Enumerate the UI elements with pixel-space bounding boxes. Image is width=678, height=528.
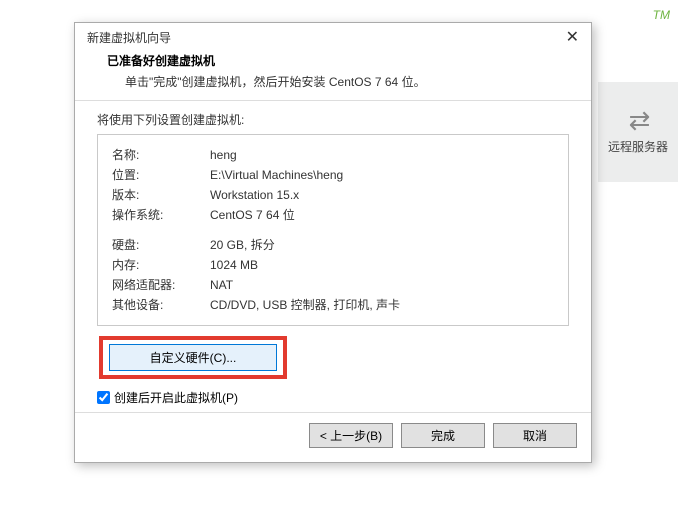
header-subtitle: 单击"完成"创建虚拟机，然后开始安装 CentOS 7 64 位。 [107,73,577,90]
remote-server-label: 远程服务器 [608,138,668,155]
back-button[interactable]: < 上一步(B) [309,423,393,448]
name-value: heng [210,145,237,165]
name-label: 名称: [112,145,210,165]
finish-button[interactable]: 完成 [401,423,485,448]
remote-server-tile[interactable]: ⇄ 远程服务器 [598,82,678,182]
version-value: Workstation 15.x [210,185,299,205]
os-value: CentOS 7 64 位 [210,205,295,225]
power-on-checkbox[interactable] [97,391,110,404]
header-title: 已准备好创建虚拟机 [107,52,577,69]
customize-hardware-button[interactable]: 自定义硬件(C)... [109,344,277,371]
tm-text: TM [653,8,670,22]
dialog-header: 已准备好创建虚拟机 单击"完成"创建虚拟机，然后开始安装 CentOS 7 64… [75,52,591,100]
window-title: 新建虚拟机向导 [87,29,171,46]
connect-arrows-icon: ⇄ [629,110,648,130]
network-value: NAT [210,275,233,295]
memory-value: 1024 MB [210,255,258,275]
version-label: 版本: [112,185,210,205]
titlebar: 新建虚拟机向导 ✕ [75,23,591,52]
disk-label: 硬盘: [112,235,210,255]
location-value: E:\Virtual Machines\heng [210,165,343,185]
other-label: 其他设备: [112,295,210,315]
cancel-button[interactable]: 取消 [493,423,577,448]
new-vm-wizard-dialog: 新建虚拟机向导 ✕ 已准备好创建虚拟机 单击"完成"创建虚拟机，然后开始安装 C… [74,22,592,463]
customize-highlight: 自定义硬件(C)... [99,336,287,379]
disk-value: 20 GB, 拆分 [210,235,275,255]
dialog-footer: < 上一步(B) 完成 取消 [75,412,591,462]
close-icon[interactable]: ✕ [562,31,583,45]
network-label: 网络适配器: [112,275,210,295]
power-on-label[interactable]: 创建后开启此虚拟机(P) [114,389,238,406]
settings-summary: 名称:heng 位置:E:\Virtual Machines\heng 版本:W… [97,134,569,326]
other-value: CD/DVD, USB 控制器, 打印机, 声卡 [210,295,400,315]
os-label: 操作系统: [112,205,210,225]
use-settings-label: 将使用下列设置创建虚拟机: [97,111,569,128]
location-label: 位置: [112,165,210,185]
memory-label: 内存: [112,255,210,275]
